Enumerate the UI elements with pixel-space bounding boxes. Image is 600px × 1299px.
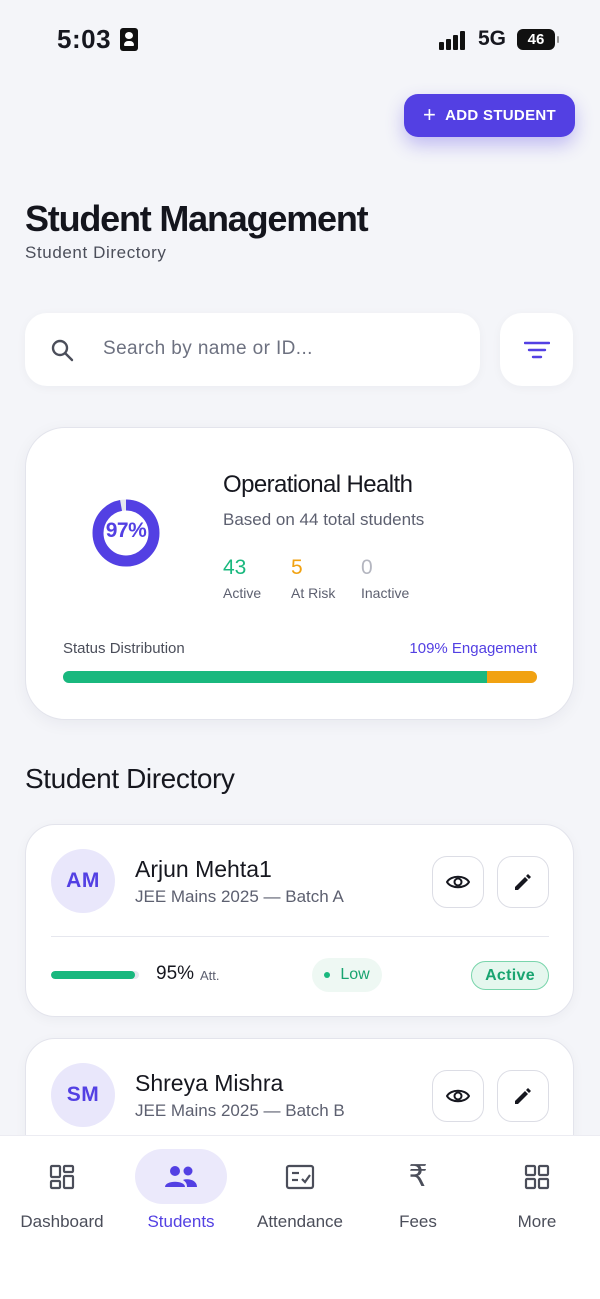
- edit-button[interactable]: [497, 856, 549, 908]
- contact-card-icon: [120, 28, 138, 51]
- filter-icon: [523, 341, 550, 358]
- search-input[interactable]: [103, 333, 453, 365]
- stat-value: 43: [223, 556, 247, 579]
- attendance-value: 95%: [156, 963, 195, 984]
- stat-label: At Risk: [291, 585, 336, 601]
- nav-item-students[interactable]: Students: [121, 1136, 241, 1246]
- risk-badge: Low: [312, 958, 382, 992]
- status-distribution-bar: [63, 671, 537, 683]
- health-subtitle: Based on 44 total students: [223, 510, 425, 529]
- students-icon: [165, 1165, 197, 1187]
- grid-icon: [524, 1164, 550, 1189]
- status-badge: Active: [471, 961, 549, 990]
- stat-active: 43 Active: [223, 556, 261, 601]
- stat-value: 0: [361, 556, 373, 579]
- nav-label: Attendance: [256, 1212, 343, 1231]
- page-title: Student Management: [25, 198, 369, 239]
- stat-label: Inactive: [361, 585, 410, 601]
- pencil-icon: [515, 874, 531, 890]
- distribution-active-segment: [63, 671, 488, 683]
- directory-title: Student Directory: [25, 763, 235, 794]
- attendance-unit: Att.: [200, 968, 220, 983]
- risk-dot-icon: [324, 972, 331, 978]
- filter-button[interactable]: [500, 313, 573, 386]
- stat-value: 5: [291, 556, 303, 579]
- attendance-bar: [51, 971, 139, 979]
- edit-button[interactable]: [497, 1070, 549, 1122]
- avatar: AM: [51, 849, 115, 913]
- nav-label: Students: [147, 1212, 215, 1231]
- nav-label: More: [517, 1212, 557, 1231]
- student-batch: JEE Mains 2025 — Batch A: [135, 887, 344, 906]
- distribution-risk-segment: [487, 671, 537, 683]
- operational-health-card: 97% Operational Health Based on 44 total…: [25, 427, 574, 720]
- network-type: 5G: [478, 27, 507, 50]
- stat-inactive: 0 Inactive: [361, 556, 409, 601]
- eye-icon: [446, 1089, 470, 1103]
- status-bar: 5:03 5G 46: [0, 0, 600, 80]
- pencil-icon: [515, 1088, 531, 1104]
- student-name: Shreya Mishra: [135, 1070, 284, 1096]
- nav-item-more[interactable]: More: [477, 1136, 597, 1246]
- battery-icon: 46: [517, 29, 559, 50]
- nav-item-attendance[interactable]: Attendance: [240, 1136, 360, 1246]
- dashboard-icon: [49, 1164, 75, 1189]
- view-button[interactable]: [432, 856, 484, 908]
- view-button[interactable]: [432, 1070, 484, 1122]
- search-bar: [25, 313, 480, 386]
- add-student-label: ADD STUDENT: [445, 107, 556, 124]
- plus-icon: +: [423, 101, 437, 127]
- attendance-bar-fill: [51, 971, 135, 979]
- nav-label: Dashboard: [20, 1212, 104, 1231]
- rupee-icon: ₹: [408, 1159, 428, 1194]
- distribution-label: Status Distribution: [63, 640, 185, 657]
- engagement-label: 109% Engagement: [409, 640, 537, 657]
- search-icon: [51, 339, 74, 362]
- avatar: SM: [51, 1063, 115, 1127]
- student-batch: JEE Mains 2025 — Batch B: [135, 1101, 345, 1120]
- risk-label: Low: [340, 966, 370, 983]
- student-name: Arjun Mehta1: [135, 856, 272, 882]
- attendance-icon: [285, 1164, 315, 1189]
- stat-at-risk: 5 At Risk: [291, 556, 335, 601]
- add-student-button[interactable]: + ADD STUDENT: [404, 94, 575, 137]
- student-card[interactable]: AM Arjun Mehta1 JEE Mains 2025 — Batch A…: [25, 824, 574, 1017]
- page-subtitle: Student Directory: [25, 243, 167, 262]
- nav-item-dashboard[interactable]: Dashboard: [2, 1136, 122, 1246]
- stat-label: Active: [223, 585, 262, 601]
- health-percent: 97%: [105, 519, 147, 542]
- nav-label: Fees: [399, 1212, 437, 1231]
- nav-item-fees[interactable]: ₹ Fees: [358, 1136, 478, 1246]
- status-time: 5:03: [57, 24, 112, 54]
- bottom-nav: Dashboard Students Attendance ₹ Fees Mor…: [0, 1135, 600, 1299]
- divider: [51, 936, 549, 937]
- eye-icon: [446, 875, 470, 889]
- signal-icon: [439, 30, 469, 50]
- health-title: Operational Health: [223, 471, 413, 498]
